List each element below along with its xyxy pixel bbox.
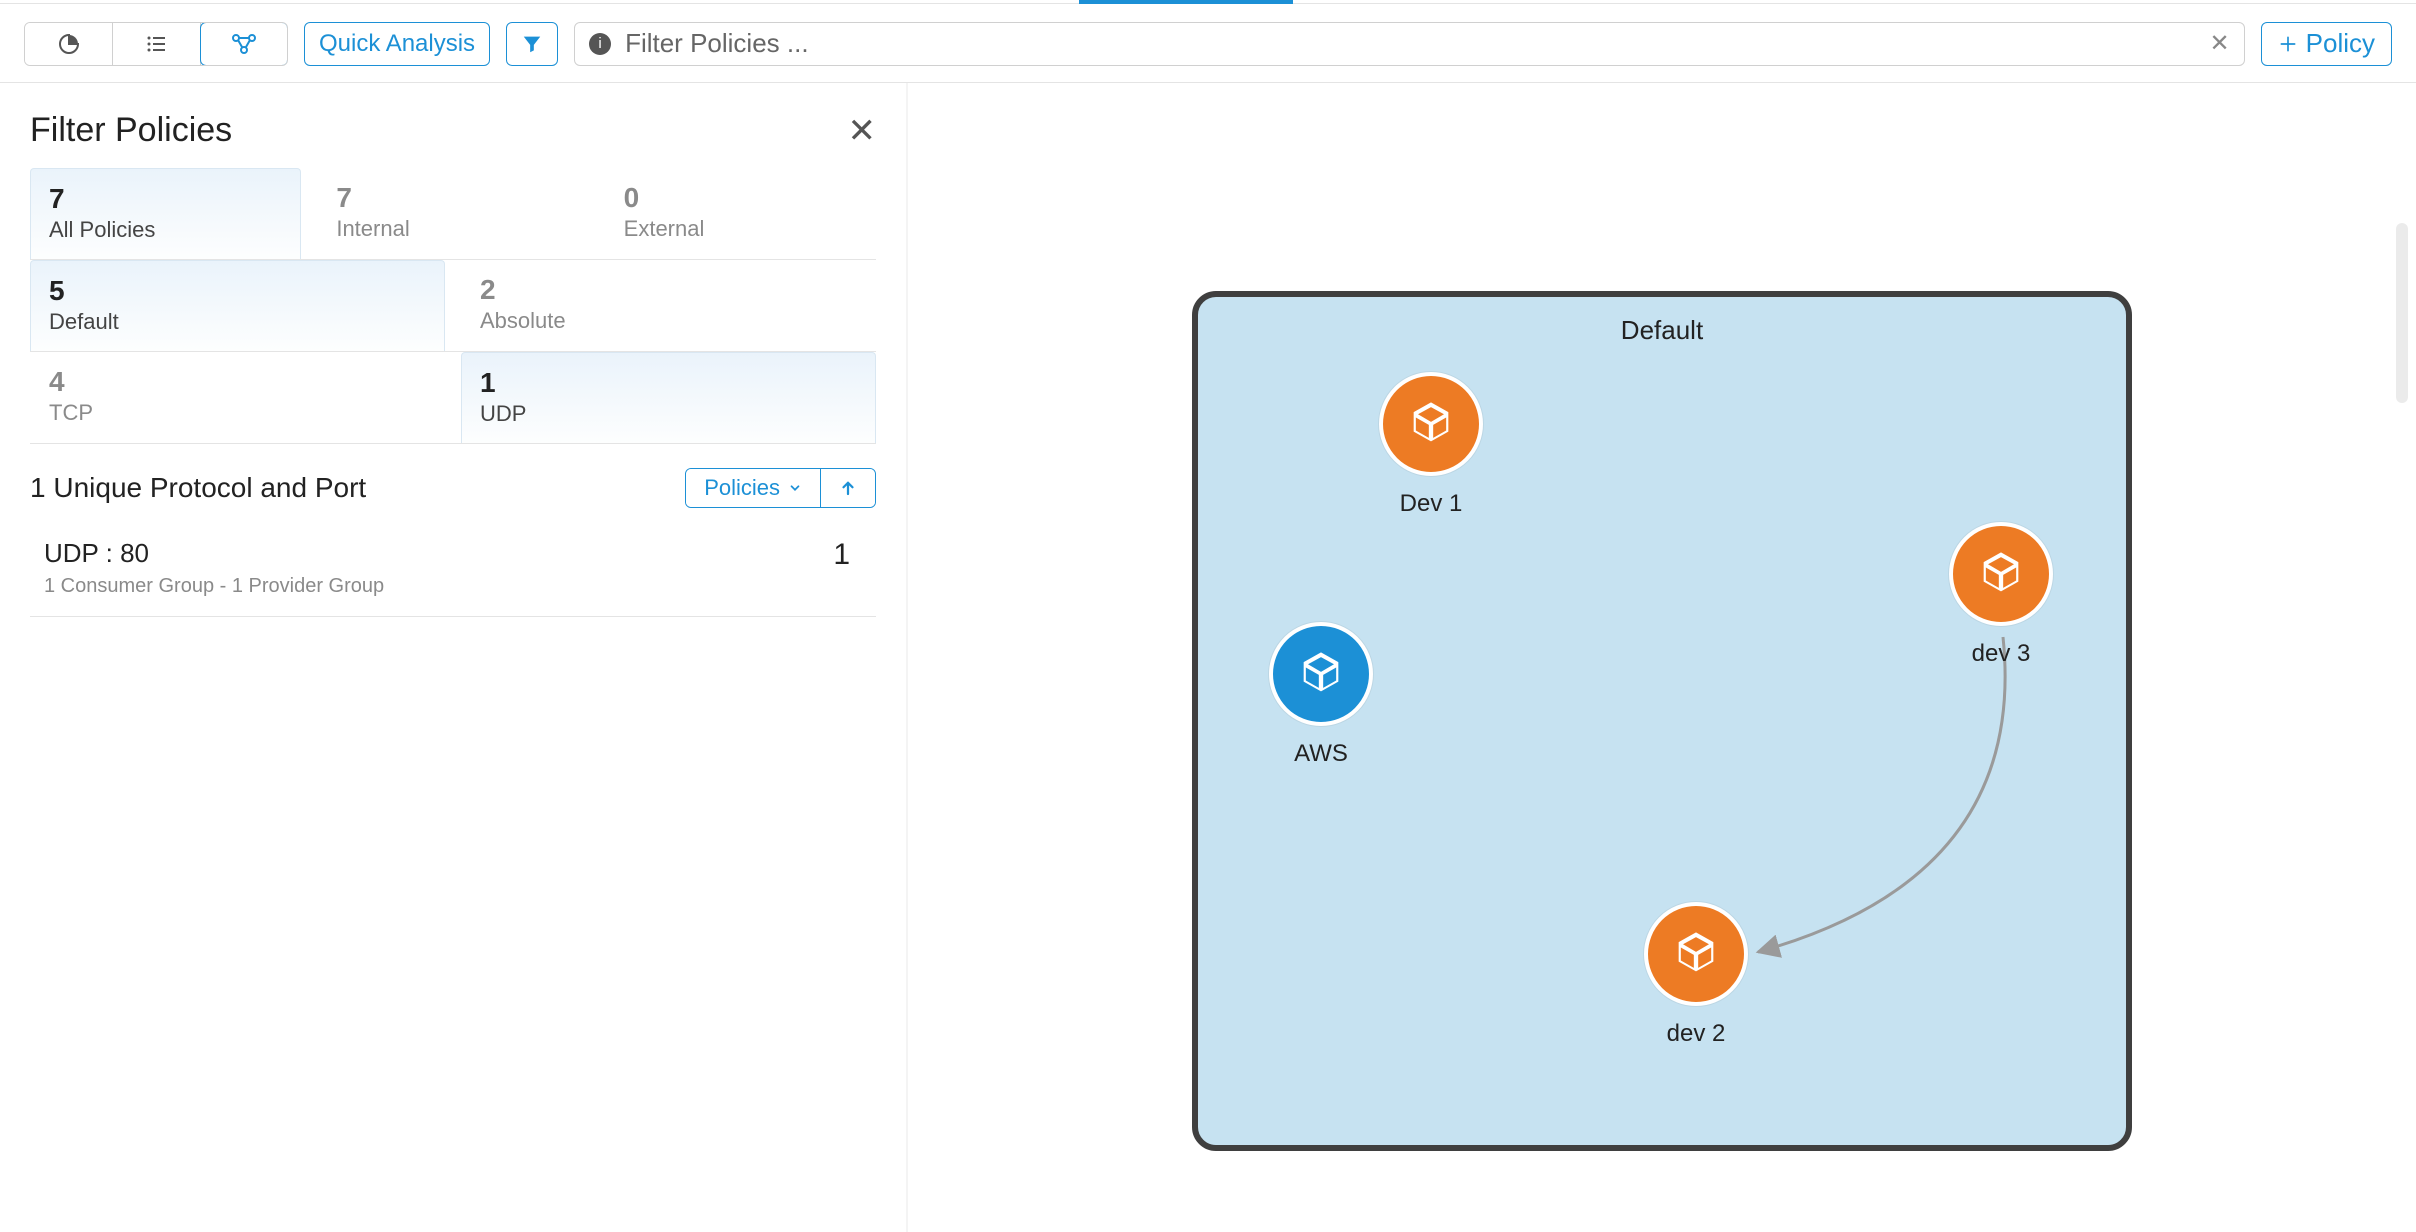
- result-subtitle: 1 Consumer Group - 1 Provider Group: [44, 575, 384, 598]
- edge-dev3-dev2: [1758, 637, 2005, 952]
- facet-count: 7: [49, 183, 282, 215]
- node-label: AWS: [1268, 740, 1374, 768]
- add-policy-button[interactable]: Policy: [2261, 22, 2392, 66]
- view-pie-button[interactable]: [25, 23, 113, 65]
- facet-count: 5: [49, 275, 426, 307]
- node-label: dev 2: [1643, 1020, 1749, 1048]
- result-title: UDP : 80: [44, 538, 384, 569]
- info-icon: i: [589, 33, 611, 55]
- filter-button[interactable]: [506, 22, 558, 66]
- toolbar: Quick Analysis i ✕ Policy: [0, 5, 2416, 83]
- filter-policies-search[interactable]: i ✕: [574, 22, 2245, 66]
- facet-count: 1: [480, 367, 857, 399]
- quick-analysis-button[interactable]: Quick Analysis: [304, 22, 490, 66]
- caret-down-icon: [788, 481, 802, 495]
- graph-icon: [230, 32, 258, 56]
- top-accent-strip: [0, 0, 2416, 4]
- arrow-up-icon: [839, 479, 857, 497]
- view-mode-toggle: [24, 22, 288, 66]
- facet-label: All Policies: [49, 217, 282, 243]
- topology-canvas[interactable]: Default Dev 1 AWS: [908, 83, 2416, 1232]
- sort-policies-button[interactable]: Policies: [686, 469, 820, 507]
- facet-tcp[interactable]: 4TCP: [30, 352, 445, 443]
- view-graph-button[interactable]: [200, 22, 288, 66]
- facet-count: 4: [49, 366, 426, 398]
- cluster-title: Default: [1198, 315, 2126, 346]
- facet-label: Absolute: [480, 308, 857, 334]
- facet-label: Internal: [336, 216, 569, 242]
- facet-all-policies[interactable]: 7All Policies: [30, 168, 301, 259]
- facet-udp[interactable]: 1UDP: [461, 352, 876, 443]
- plus-icon: [2278, 34, 2298, 54]
- cube-icon: [1975, 548, 2027, 600]
- cube-icon: [1670, 928, 1722, 980]
- section-title: 1 Unique Protocol and Port: [30, 472, 366, 504]
- facet-default[interactable]: 5Default: [30, 260, 445, 351]
- facet-absolute[interactable]: 2Absolute: [461, 260, 876, 351]
- node-label: dev 3: [1948, 640, 2054, 668]
- add-policy-label: Policy: [2306, 28, 2375, 59]
- pie-chart-icon: [57, 32, 81, 56]
- facet-row-0: 7All Policies7Internal0External: [30, 168, 876, 260]
- result-count: 1: [833, 538, 868, 572]
- clear-search-icon[interactable]: ✕: [2210, 29, 2230, 58]
- node-aws[interactable]: AWS: [1268, 622, 1374, 752]
- panel-title: Filter Policies: [30, 111, 232, 150]
- result-row[interactable]: UDP : 80 1 Consumer Group - 1 Provider Gr…: [30, 520, 876, 617]
- close-panel-button[interactable]: ✕: [848, 114, 877, 148]
- view-list-button[interactable]: [113, 23, 201, 65]
- list-icon: [145, 32, 169, 56]
- sort-direction-button[interactable]: [820, 469, 875, 507]
- funnel-icon: [521, 33, 543, 55]
- facet-count: 2: [480, 274, 857, 306]
- cube-icon: [1405, 398, 1457, 450]
- sort-group: Policies: [685, 468, 876, 508]
- facet-label: UDP: [480, 401, 857, 427]
- facet-row-1: 5Default2Absolute: [30, 260, 876, 352]
- facet-row-2: 4TCP1UDP: [30, 352, 876, 444]
- filter-policies-panel: Filter Policies ✕ 7All Policies7Internal…: [0, 83, 908, 1232]
- active-tab-indicator: [1079, 0, 1293, 4]
- node-dev1[interactable]: Dev 1: [1378, 372, 1484, 502]
- node-bubble: [1949, 522, 2053, 626]
- node-dev2[interactable]: dev 2: [1643, 902, 1749, 1032]
- node-dev3[interactable]: dev 3: [1948, 522, 2054, 652]
- node-bubble: [1269, 622, 1373, 726]
- node-label: Dev 1: [1378, 490, 1484, 518]
- facet-label: External: [624, 216, 857, 242]
- facet-label: TCP: [49, 400, 426, 426]
- cube-icon: [1295, 648, 1347, 700]
- node-bubble: [1644, 902, 1748, 1006]
- facet-label: Default: [49, 309, 426, 335]
- facet-external[interactable]: 0External: [605, 168, 876, 259]
- filter-policies-input[interactable]: [623, 27, 2209, 60]
- facet-count: 0: [624, 182, 857, 214]
- quick-analysis-label: Quick Analysis: [319, 30, 475, 58]
- node-bubble: [1379, 372, 1483, 476]
- cluster-frame-default[interactable]: Default Dev 1 AWS: [1192, 291, 2132, 1151]
- facet-internal[interactable]: 7Internal: [317, 168, 588, 259]
- sort-policies-label: Policies: [704, 475, 780, 501]
- facet-count: 7: [336, 182, 569, 214]
